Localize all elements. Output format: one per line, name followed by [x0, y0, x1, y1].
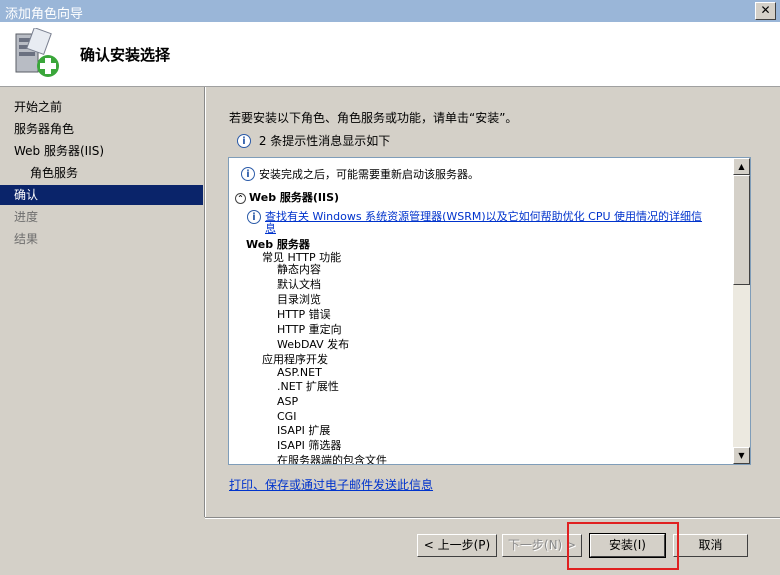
- info-summary-text: 2 条提示性消息显示如下: [258, 134, 391, 148]
- list-item: Web 服务器: [246, 238, 310, 251]
- step-results: 结果: [14, 232, 39, 246]
- step-before-you-begin[interactable]: 开始之前: [0, 97, 203, 117]
- print-save-email-link[interactable]: 打印、保存或通过电子邮件发送此信息: [229, 476, 433, 493]
- step-web-server-iis[interactable]: Web 服务器(IIS): [0, 141, 203, 161]
- list-item: ISAPI 筛选器: [277, 439, 342, 452]
- arrow-down-icon: ▼: [738, 451, 745, 460]
- wizard-steps-sidebar: 开始之前 服务器角色 Web 服务器(IIS) 角色服务 确认 进度 结果: [0, 87, 204, 575]
- install-highlight-annotation: [567, 522, 679, 570]
- arrow-up-icon: ▲: [738, 162, 745, 171]
- step-role-services[interactable]: 角色服务: [0, 163, 203, 183]
- scroll-down-button[interactable]: ▼: [733, 447, 750, 464]
- wizard-header: 确认安装选择: [0, 22, 780, 87]
- step-progress: 进度: [14, 210, 39, 224]
- section-web-server-iis[interactable]: ⌃ Web 服务器(IIS): [235, 191, 339, 204]
- collapse-icon[interactable]: ⌃: [235, 192, 246, 204]
- list-item: HTTP 错误: [277, 308, 331, 321]
- server-add-icon: [15, 28, 59, 77]
- restart-notice: 安装完成之后，可能需要重新启动该服务器。: [259, 168, 479, 181]
- info-summary: i 2 条提示性消息显示如下: [237, 132, 390, 149]
- list-item: 默认文档: [277, 278, 321, 291]
- list-item: WebDAV 发布: [277, 338, 350, 351]
- list-scrollbar[interactable]: ▲ ▼: [733, 158, 750, 464]
- list-item: ISAPI 扩展: [277, 424, 331, 437]
- info-icon: i: [237, 133, 251, 148]
- list-item: HTTP 重定向: [277, 323, 342, 336]
- wsrm-link-cont[interactable]: 息: [265, 222, 276, 235]
- list-item: CGI: [277, 410, 297, 423]
- list-item: ASP: [277, 395, 299, 408]
- scroll-thumb[interactable]: [733, 175, 750, 285]
- previous-button[interactable]: < 上一步(P): [417, 534, 497, 557]
- list-item: .NET 扩展性: [277, 380, 339, 393]
- step-server-roles[interactable]: 服务器角色: [0, 119, 203, 139]
- list-item: 在服务器端的包含文件: [277, 454, 387, 465]
- wsrm-link[interactable]: 查找有关 Windows 系统资源管理器(WSRM)以及它如何帮助优化 CPU …: [265, 210, 702, 223]
- footer-divider: [205, 517, 780, 519]
- close-icon: ✕: [760, 3, 771, 17]
- window-title: 添加角色向导: [5, 7, 84, 22]
- section-title: Web 服务器(IIS): [249, 191, 340, 204]
- page-title: 确认安装选择: [80, 46, 171, 64]
- list-item: 静态内容: [277, 263, 321, 276]
- step-confirmation[interactable]: 确认: [0, 185, 203, 205]
- confirmation-list[interactable]: i 安装完成之后，可能需要重新启动该服务器。 ⌃ Web 服务器(IIS) i 查…: [228, 157, 751, 465]
- info-icon: i: [247, 210, 261, 224]
- list-item: ASP.NET: [277, 366, 322, 379]
- close-button[interactable]: ✕: [755, 2, 776, 20]
- info-icon: i: [241, 167, 255, 181]
- list-item: 目录浏览: [277, 293, 321, 306]
- scroll-up-button[interactable]: ▲: [733, 158, 750, 175]
- cancel-button[interactable]: 取消: [673, 534, 748, 557]
- list-item: 应用程序开发: [262, 353, 328, 366]
- title-bar: 添加角色向导 ✕: [0, 0, 780, 22]
- instruction-text: 若要安装以下角色、角色服务或功能，请单击“安装”。: [229, 111, 518, 125]
